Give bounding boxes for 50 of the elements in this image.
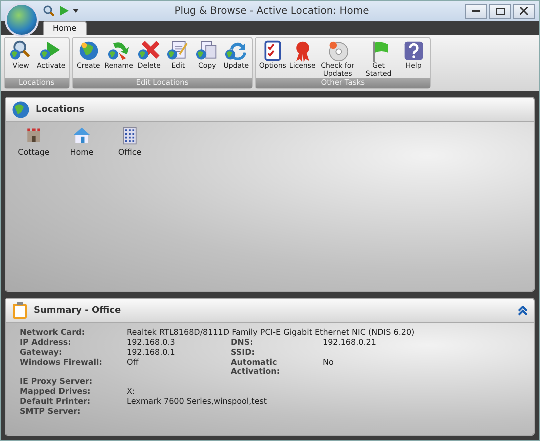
ribbon-icon <box>167 40 190 62</box>
ribbon-icon <box>40 40 62 62</box>
field-label: SMTP Server: <box>20 407 82 416</box>
location-icon <box>120 126 140 146</box>
field-value: No <box>323 358 335 369</box>
field-value: 192.168.0.1 <box>127 348 176 357</box>
panel-title: Summary - Office <box>34 306 122 316</box>
ribbon-icon <box>108 40 130 62</box>
field-label: Automatic Activation: <box>231 358 282 376</box>
maximize-icon <box>496 8 504 14</box>
globe-icon <box>12 100 30 118</box>
ribbon-tab[interactable]: Home <box>43 21 87 35</box>
location-icon <box>72 126 92 146</box>
field-label: IE Proxy Server: <box>20 377 94 386</box>
field-label: Mapped Drives: <box>20 387 92 396</box>
field-label: Network Card: <box>20 328 86 337</box>
field-value: 192.168.0.3 <box>127 338 176 347</box>
ribbon-icon <box>196 40 218 62</box>
field-label: Gateway: <box>20 348 64 357</box>
collapse-icon[interactable] <box>518 306 528 316</box>
clipboard-icon <box>12 302 28 320</box>
ribbon-icon <box>10 40 32 62</box>
field-value: 192.168.0.21 <box>323 338 378 347</box>
field-label: DNS: <box>231 338 254 347</box>
field-label: Windows Firewall: <box>20 358 104 369</box>
location-item[interactable]: Office <box>112 126 148 157</box>
close-icon <box>520 7 528 15</box>
ribbon-icon <box>225 40 248 62</box>
field-value: Realtek RTL8168D/8111D Family PCI-E Gigabit Ethernet NIC (NDIS 6.20) <box>127 328 416 337</box>
app-menu-button[interactable] <box>5 3 39 37</box>
field-label: SSID: <box>231 348 256 357</box>
location-item[interactable]: Cottage <box>16 126 52 157</box>
field-value: Off <box>127 358 140 369</box>
ribbon-icon <box>138 40 160 62</box>
ribbon-icon <box>402 40 425 62</box>
field-label: IP Address: <box>20 338 72 347</box>
location-item[interactable]: Home <box>64 126 100 157</box>
ribbon-icon <box>326 40 349 62</box>
minimize-icon <box>472 10 480 12</box>
window-title: Plug & Browse - Active Location: Home <box>174 6 370 16</box>
minimize-button[interactable] <box>465 4 487 18</box>
dropdown-icon[interactable] <box>73 8 79 14</box>
field-value: X: <box>127 387 136 396</box>
search-icon[interactable] <box>43 5 55 17</box>
ribbon-icon <box>78 40 100 62</box>
field-label: Default Printer: <box>20 397 92 406</box>
field-value: Lexmark 7600 Series,winspool,test <box>127 397 268 406</box>
maximize-button[interactable] <box>489 4 511 18</box>
close-button[interactable] <box>513 4 535 18</box>
panel-title: Locations <box>36 104 85 114</box>
